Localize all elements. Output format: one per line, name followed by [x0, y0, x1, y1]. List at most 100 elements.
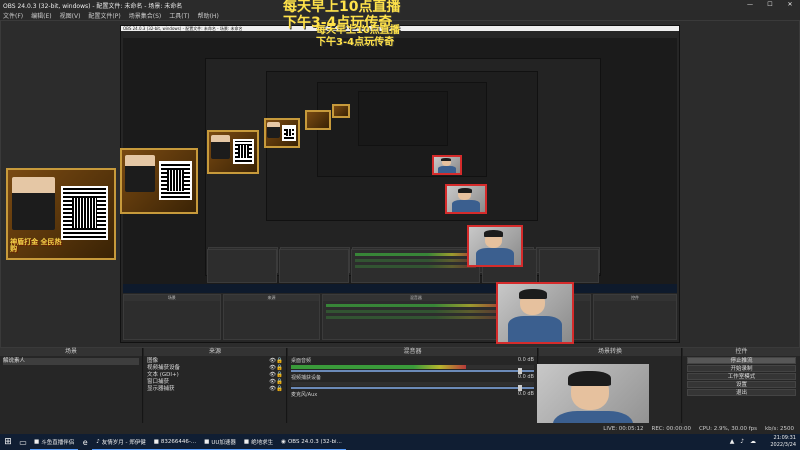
qr-code-icon: [282, 124, 297, 141]
windows-start-icon[interactable]: ⊞: [0, 437, 16, 447]
menu-edit[interactable]: 编辑(E): [31, 11, 51, 20]
maximize-button[interactable]: ☐: [760, 0, 780, 10]
qr-code-icon: [233, 139, 255, 164]
volume-slider[interactable]: [291, 368, 534, 374]
app-icon: ■: [243, 438, 250, 445]
eye-lock-icons: 👁🔒: [269, 386, 283, 392]
webcam-feed-nested: [496, 282, 574, 344]
promo-badge-nested: [207, 130, 259, 174]
live-status: LIVE: 00:05:12: [603, 425, 644, 432]
menu-help[interactable]: 帮助(H): [198, 11, 219, 20]
promo-text: 神盾打金 全民热购: [10, 237, 62, 253]
webcam-feed-nested: [445, 184, 487, 214]
menu-file[interactable]: 文件(F): [3, 11, 23, 20]
close-button[interactable]: ✕: [780, 0, 800, 10]
promo-person: [12, 177, 55, 230]
taskbar-app-obs[interactable]: ◉ OBS 24.0.3 (32-bi...: [277, 434, 346, 450]
menu-profile[interactable]: 配置文件(P): [88, 11, 120, 20]
stop-stream-button[interactable]: 停止推流: [687, 357, 796, 364]
mixer-track-desktop: 桌面音频 0.0 dB: [291, 357, 534, 374]
nested-window-title: OBS 24.0.3 (32-bit, windows) - 配置文件: 未命名…: [121, 26, 679, 31]
sources-dock-title: 来源: [144, 348, 286, 356]
mixer-track-mic: 麦克风/Aux 0.0 dB: [291, 391, 534, 398]
nested-docks: 场景 来源 混音器 场景转换 控件: [123, 294, 677, 340]
source-item[interactable]: 文本 (GDI+) 👁🔒: [147, 372, 283, 379]
taskbar-clock[interactable]: 21:09:31 2022/3/24: [770, 435, 796, 449]
task-view-icon[interactable]: ▭: [16, 438, 30, 447]
promo-badge-nested: [264, 118, 300, 148]
volume-slider[interactable]: [291, 385, 534, 391]
overlay-text-line1: 每天早上10点直播: [283, 0, 401, 15]
nested-obs-window: OBS 24.0.3 (32-bit, windows) - 配置文件: 未命名…: [120, 25, 680, 343]
taskbar-app[interactable]: ■ UU加速器: [200, 434, 240, 450]
sources-dock: 来源 图像 👁🔒 视频捕获设备 👁🔒 文本 (GDI+) 👁🔒 窗口捕获 👁🔒 显示器捕…: [144, 348, 287, 434]
nested-dock-mixer: 混音器: [322, 294, 510, 340]
preview-canvas[interactable]: OBS 24.0.3 (32-bit, windows) - 配置文件: 未命名…: [0, 0, 800, 348]
windows-taskbar: ⊞ ▭ ■ 斗鱼直播伴侣 e ♪ 友情岁月 - 郑伊健 ■ 83266446-... …: [0, 434, 800, 450]
exit-button[interactable]: 退出: [687, 389, 796, 396]
webcam-feed-nested: [467, 225, 523, 267]
nested-preview-level-5: [358, 91, 448, 146]
promo-badge-nested: [120, 148, 198, 214]
scenes-dock: 场景 解说素人 +−˄˅: [0, 348, 143, 434]
eye-lock-icons: 👁🔒: [269, 365, 283, 371]
app-icon: ■: [204, 438, 210, 445]
source-item[interactable]: 显示器捕获 👁🔒: [147, 386, 283, 393]
mixer-track-video-capture: 视频捕获设备 0.0 dB: [291, 374, 534, 391]
taskbar-app[interactable]: ■ 绝地求生: [239, 434, 278, 450]
start-recording-button[interactable]: 开始录制: [687, 365, 796, 372]
mixer-dock-title: 混音器: [288, 348, 537, 356]
promo-badge: 神盾打金 全民热购: [6, 168, 116, 260]
cpu-status: CPU: 2.9%, 30.00 fps: [698, 425, 757, 432]
eye-lock-icons: 👁🔒: [269, 372, 283, 378]
mixer-dock: 混音器 桌面音频 0.0 dB 视频捕获设备 0.0 dB 麦克风/Aux 0.0 d…: [288, 348, 538, 434]
menu-view[interactable]: 视图(V): [60, 11, 81, 20]
nested-dock-sources: 来源: [222, 294, 321, 340]
eye-lock-icons: 👁🔒: [269, 379, 283, 385]
source-item[interactable]: 窗口捕获 👁🔒: [147, 379, 283, 386]
nested-dock: [350, 249, 481, 283]
scene-item[interactable]: 解说素人: [3, 358, 139, 365]
status-bar: LIVE: 00:05:12 REC: 00:00:00 CPU: 2.9%, …: [0, 423, 800, 434]
nested-dock: [539, 249, 599, 283]
taskbar-app[interactable]: ■ 83266446-...: [149, 434, 201, 450]
level-meter: [291, 365, 466, 369]
nested-dock: [207, 249, 277, 283]
obs-icon: ◉: [281, 438, 286, 445]
menu-tools[interactable]: 工具(T): [169, 11, 189, 20]
window-title: OBS 24.0.3 (32-bit, windows) - 配置文件: 未命名…: [3, 2, 183, 10]
nested-dock-scenes: 场景: [123, 294, 221, 340]
nested-preview-level-2: [205, 58, 601, 276]
dock-area: 场景 解说素人 +−˄˅ 来源 图像👁🔒 视频捕获设备👁🔒 文本 (GDI+)👁…: [0, 348, 800, 450]
controls-dock: 控件 停止推流 开始录制 工作室模式 设置 退出: [683, 348, 800, 434]
nested-dock-controls: 控件: [593, 294, 677, 340]
taskbar-app[interactable]: ■ 斗鱼直播伴侣: [30, 434, 79, 450]
music-icon: ♪: [96, 438, 100, 445]
taskbar-app[interactable]: ♪ 友情岁月 - 郑伊健: [92, 434, 150, 450]
controls-dock-title: 控件: [683, 348, 800, 356]
qr-code-icon: [159, 161, 192, 200]
webcam-feed-nested: [432, 155, 462, 175]
rec-status: REC: 00:00:00: [651, 425, 691, 432]
settings-button[interactable]: 设置: [687, 381, 796, 388]
eye-lock-icons: 👁🔒: [269, 358, 283, 364]
menu-scene-collection[interactable]: 场景集合(S): [129, 11, 162, 20]
app-icon: ■: [34, 438, 40, 445]
edge-icon[interactable]: e: [78, 438, 92, 447]
transitions-dock-title: 场景转换: [539, 348, 681, 356]
minimize-button[interactable]: —: [740, 0, 760, 10]
nested-docks-level-1b: [207, 249, 599, 283]
window-controls: — ☐ ✕: [740, 0, 800, 10]
nested-dock: [278, 249, 349, 283]
overlay-text-nested-2: 下午3-4点玩传奇: [316, 37, 395, 48]
qr-code-icon: [61, 185, 108, 241]
app-icon: ■: [153, 438, 159, 445]
studio-mode-button[interactable]: 工作室模式: [687, 373, 796, 380]
nested-preview-level-3: [266, 71, 538, 221]
overlay-text-nested-1: 每天早上10点直播: [316, 25, 400, 36]
source-item[interactable]: 视频捕获设备 👁🔒: [147, 365, 283, 372]
source-item[interactable]: 图像 👁🔒: [147, 358, 283, 365]
promo-badge-nested: [332, 104, 350, 118]
system-tray-icons[interactable]: ▲ ♪ ☁: [730, 438, 758, 445]
promo-badge-nested: [305, 110, 331, 130]
